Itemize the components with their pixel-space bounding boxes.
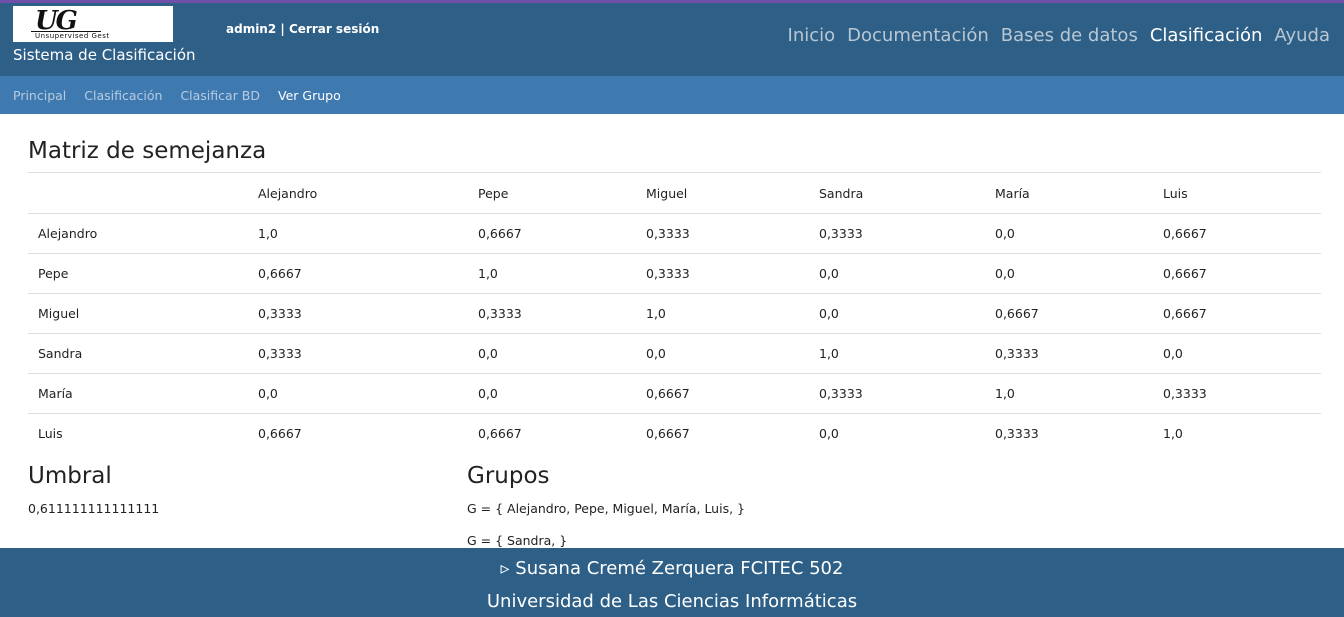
table-cell: 1,0 <box>636 293 809 334</box>
row-header: Miguel <box>28 293 248 334</box>
column-header: María <box>985 172 1153 214</box>
row-header: Pepe <box>28 253 248 294</box>
app-title: Sistema de Clasificación <box>13 46 196 64</box>
nav-item-inicio[interactable]: Inicio <box>788 25 836 46</box>
breadcrumb-principal[interactable]: Principal <box>13 88 66 103</box>
table-cell: 0,0 <box>809 413 985 453</box>
table-cell: 1,0 <box>809 333 985 374</box>
row-header: Luis <box>28 413 248 453</box>
username: admin2 <box>226 22 277 36</box>
table-cell: 1,0 <box>1153 413 1321 453</box>
table-cell: 0,0 <box>468 333 636 374</box>
footer-author: ▹ Susana Cremé Zerquera FCITEC 502 <box>500 558 844 579</box>
nav-item-ayuda[interactable]: Ayuda <box>1274 25 1330 46</box>
table-cell: 0,0 <box>809 253 985 294</box>
main-nav: Inicio Documentación Bases de datos Clas… <box>788 25 1330 46</box>
logout-link[interactable]: Cerrar sesión <box>289 22 379 36</box>
table-cell: 0,3333 <box>985 413 1153 453</box>
column-header: Sandra <box>809 172 985 214</box>
table-cell: 0,3333 <box>248 333 468 374</box>
table-cell: 0,3333 <box>1153 373 1321 414</box>
table-row: Sandra 0,3333 0,0 0,0 1,0 0,3333 0,0 <box>28 333 1321 374</box>
table-cell: 1,0 <box>985 373 1153 414</box>
table-row: María 0,0 0,0 0,6667 0,3333 1,0 0,3333 <box>28 373 1321 414</box>
table-cell: 0,0 <box>1153 333 1321 374</box>
table-cell: 0,3333 <box>636 213 809 254</box>
table-cell: 0,0 <box>636 333 809 374</box>
table-cell: 0,6667 <box>468 413 636 453</box>
header-corner <box>28 172 248 214</box>
logo-subtitle: Unsupervised Gest <box>35 32 110 40</box>
table-cell: 1,0 <box>468 253 636 294</box>
user-area: admin2 | Cerrar sesión <box>226 22 379 36</box>
group-item: G = { Alejandro, Pepe, Miguel, María, Lu… <box>467 501 745 516</box>
table-cell: 0,3333 <box>809 373 985 414</box>
table-cell: 0,6667 <box>1153 293 1321 334</box>
table-cell: 0,0 <box>809 293 985 334</box>
row-header: Alejandro <box>28 213 248 254</box>
similarity-matrix-table: Alejandro Pepe Miguel Sandra María Luis … <box>28 172 1321 453</box>
row-header: Sandra <box>28 333 248 374</box>
nav-item-bases-de-datos[interactable]: Bases de datos <box>1001 25 1138 46</box>
table-cell: 0,6667 <box>1153 213 1321 254</box>
table-cell: 0,0 <box>468 373 636 414</box>
table-header-row: Alejandro Pepe Miguel Sandra María Luis <box>28 172 1321 214</box>
umbral-title: Umbral <box>28 463 112 489</box>
breadcrumb-clasificacion[interactable]: Clasificación <box>84 88 162 103</box>
table-cell: 0,3333 <box>248 293 468 334</box>
table-row: Pepe 0,6667 1,0 0,3333 0,0 0,0 0,6667 <box>28 253 1321 294</box>
table-cell: 0,6667 <box>248 253 468 294</box>
breadcrumb-clasificar-bd[interactable]: Clasificar BD <box>180 88 260 103</box>
breadcrumb-bar: Principal Clasificación Clasificar BD Ve… <box>0 76 1344 114</box>
groups-title: Grupos <box>467 463 550 489</box>
footer-university: Universidad de Las Ciencias Informáticas <box>486 591 858 612</box>
table-cell: 0,3333 <box>636 253 809 294</box>
column-header: Miguel <box>636 172 809 214</box>
table-cell: 0,0 <box>985 253 1153 294</box>
group-item: G = { Sandra, } <box>467 533 568 548</box>
table-cell: 0,6667 <box>248 413 468 453</box>
table-cell: 0,6667 <box>985 293 1153 334</box>
table-cell: 0,3333 <box>809 213 985 254</box>
breadcrumb: Principal Clasificación Clasificar BD Ve… <box>13 88 341 103</box>
table-cell: 0,0 <box>985 213 1153 254</box>
table-row: Luis 0,6667 0,6667 0,6667 0,0 0,3333 1,0 <box>28 413 1321 453</box>
table-cell: 0,6667 <box>1153 253 1321 294</box>
table-row: Alejandro 1,0 0,6667 0,3333 0,3333 0,0 0… <box>28 213 1321 254</box>
header: UG Unsupervised Gest Sistema de Clasific… <box>0 3 1344 76</box>
table-cell: 1,0 <box>248 213 468 254</box>
table-cell: 0,3333 <box>985 333 1153 374</box>
table-cell: 0,6667 <box>636 373 809 414</box>
table-cell: 0,0 <box>248 373 468 414</box>
column-header: Luis <box>1153 172 1321 214</box>
row-header: María <box>28 373 248 414</box>
table-row: Miguel 0,3333 0,3333 1,0 0,0 0,6667 0,66… <box>28 293 1321 334</box>
matrix-title: Matriz de semejanza <box>28 138 267 164</box>
column-header: Pepe <box>468 172 636 214</box>
nav-item-documentacion[interactable]: Documentación <box>847 25 989 46</box>
user-separator: | <box>276 22 289 36</box>
logo[interactable]: UG Unsupervised Gest <box>13 6 173 42</box>
table-cell: 0,3333 <box>468 293 636 334</box>
umbral-value: 0,611111111111111 <box>28 501 160 516</box>
nav-item-clasificacion[interactable]: Clasificación <box>1150 25 1263 46</box>
table-cell: 0,6667 <box>468 213 636 254</box>
table-cell: 0,6667 <box>636 413 809 453</box>
breadcrumb-ver-grupo: Ver Grupo <box>278 88 341 103</box>
column-header: Alejandro <box>248 172 468 214</box>
footer: ▹ Susana Cremé Zerquera FCITEC 502 Unive… <box>0 548 1344 617</box>
